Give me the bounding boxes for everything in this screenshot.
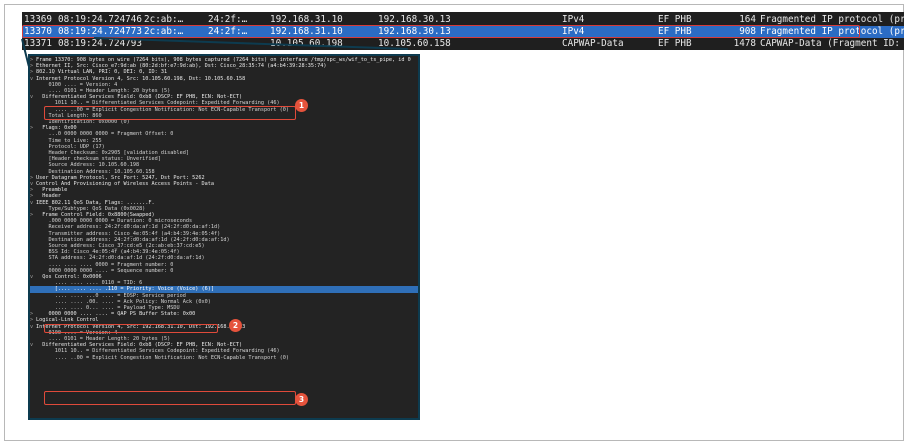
tree-line-text: Source address: Cisco_37:cd:e5 (2c:ab:eb… xyxy=(36,243,205,249)
selected-row-highlight xyxy=(22,25,860,38)
tree-line-text: Internet Protocol Version 4, Src: 10.105… xyxy=(36,75,246,82)
packet-protocol: CAPWAP-Data xyxy=(562,38,624,49)
tree-line-text: 1011 10.. = Differentiated Services Code… xyxy=(36,348,280,355)
tree-line-text: Differentiated Services Field: 0xb8 (DSC… xyxy=(36,342,243,349)
callout-badge-3: 3 xyxy=(295,393,308,406)
tree-line-text: Qos Control: 0x0006 xyxy=(36,274,102,280)
callout-badge-2: 2 xyxy=(229,319,242,332)
tree-line-text: ...0 0000 0000 0000 = Fragment Offset: 0 xyxy=(36,131,174,138)
tree-line-text: .... .... .00. .... = Ack Policy: Normal… xyxy=(36,298,211,305)
tree-line-text: Receiver address: 24:2f:d0:da:af:1d (24:… xyxy=(36,224,221,231)
tree-line-text: BSS Id: Cisco_4e:05:4f (a4:b4:39:4e:05:4… xyxy=(36,249,180,256)
tree-line-text: [.... .... .... .110 = Priority: Voice (… xyxy=(36,286,215,293)
tree-line-text: Protocol: UDP (17) xyxy=(36,143,105,150)
tree-line-text: Frame 13370: 908 bytes on wire (7264 bit… xyxy=(36,57,411,63)
tree-line-text: IEEE 802.11 QoS Data, Flags: .......F. xyxy=(36,199,155,206)
tree-line-text: Differentiated Services Field: 0xb8 (DSC… xyxy=(36,94,243,101)
callout-box-outer-dscp xyxy=(44,106,296,120)
tree-line-text: .... .... ...0 .... = EOSP: Service peri… xyxy=(36,292,186,299)
tree-line-text: Logical-Link Control xyxy=(36,317,99,324)
tree-line-text: .... .... 0... .... = Payload Type: MSDU xyxy=(36,305,180,311)
tree-line-text: 0000 0000 .... .... = QAP PS Buffer Stat… xyxy=(36,311,196,318)
tree-line-text: .... .... .... 0000 = Fragment number: 0 xyxy=(36,261,174,268)
callout-box-inner-dscp xyxy=(44,391,296,405)
packet-info: CAPWAP-Data (Fragment ID: 16242, xyxy=(760,38,904,49)
tree-line-text: 0100 .... = Version: 4 xyxy=(36,81,118,88)
tree-line-text: User Datagram Protocol, Src Port: 5247, … xyxy=(36,174,205,181)
tree-line-text: Type/Subtype: QoS Data (0x0028) xyxy=(36,205,146,212)
tree-line-text: 0000 0000 0000 .... = Sequence number: 0 xyxy=(36,267,174,274)
tree-line-text: .... .... .... 0110 = TID: 6 xyxy=(36,280,143,287)
tree-line-text: .... 0101 = Header Length: 20 bytes (5) xyxy=(36,336,171,342)
tree-line-text: Destination Address: 10.105.60.158 xyxy=(36,168,155,175)
tree-line-text: Transmitter address: Cisco_4e:05:4f (a4:… xyxy=(36,230,221,237)
packet-number: 13371 xyxy=(24,38,52,49)
tree-line-text: STA address: 24:2f:d0:da:af:1d (24:2f:d0… xyxy=(36,255,205,262)
tree-line-text: 802.1Q Virtual LAN, PRI: 0, DEI: 0, ID: … xyxy=(36,69,168,76)
tree-line-text: .... 0101 = Header Length: 20 bytes (5) xyxy=(36,88,171,94)
tree-line-text: [Header checksum status: Unverified] xyxy=(36,156,161,163)
tree-line-text: Flags: 0x00 xyxy=(36,125,77,132)
tree-line-text: Destination address: 24:2f:d0:da:af:1d (… xyxy=(36,236,230,243)
tree-field[interactable]: .... ..00 = Explicit Congestion Notifica… xyxy=(30,355,418,361)
tree-line-text: Time to Live: 255 xyxy=(36,137,102,144)
tree-line-text: Header xyxy=(36,193,61,200)
tree-line-text: Control And Provisioning of Wireless Acc… xyxy=(36,181,215,187)
callout-box-qos-priority xyxy=(44,324,218,333)
tree-line-text: Ethernet II, Src: Cisco_e7:9d:ab (80:2d:… xyxy=(36,63,327,70)
tree-line-text: .... ..00 = Explicit Congestion Notifica… xyxy=(36,354,289,361)
tree-line-text: .000 0000 0000 0000 = Duration: 0 micros… xyxy=(36,218,193,225)
tree-line-text: Preamble xyxy=(36,187,68,194)
callout-badge-1: 1 xyxy=(295,99,308,112)
packet-dscp: EF PHB xyxy=(658,38,692,49)
packet-length: 1478 xyxy=(733,38,756,49)
tree-line-text: Source Address: 10.105.60.198 xyxy=(36,162,140,169)
tree-line-text: Header Checksum: 0x2905 [validation disa… xyxy=(36,150,190,156)
tree-line-text: Frame Control Field: 0x8800(Swapped) xyxy=(36,212,155,218)
